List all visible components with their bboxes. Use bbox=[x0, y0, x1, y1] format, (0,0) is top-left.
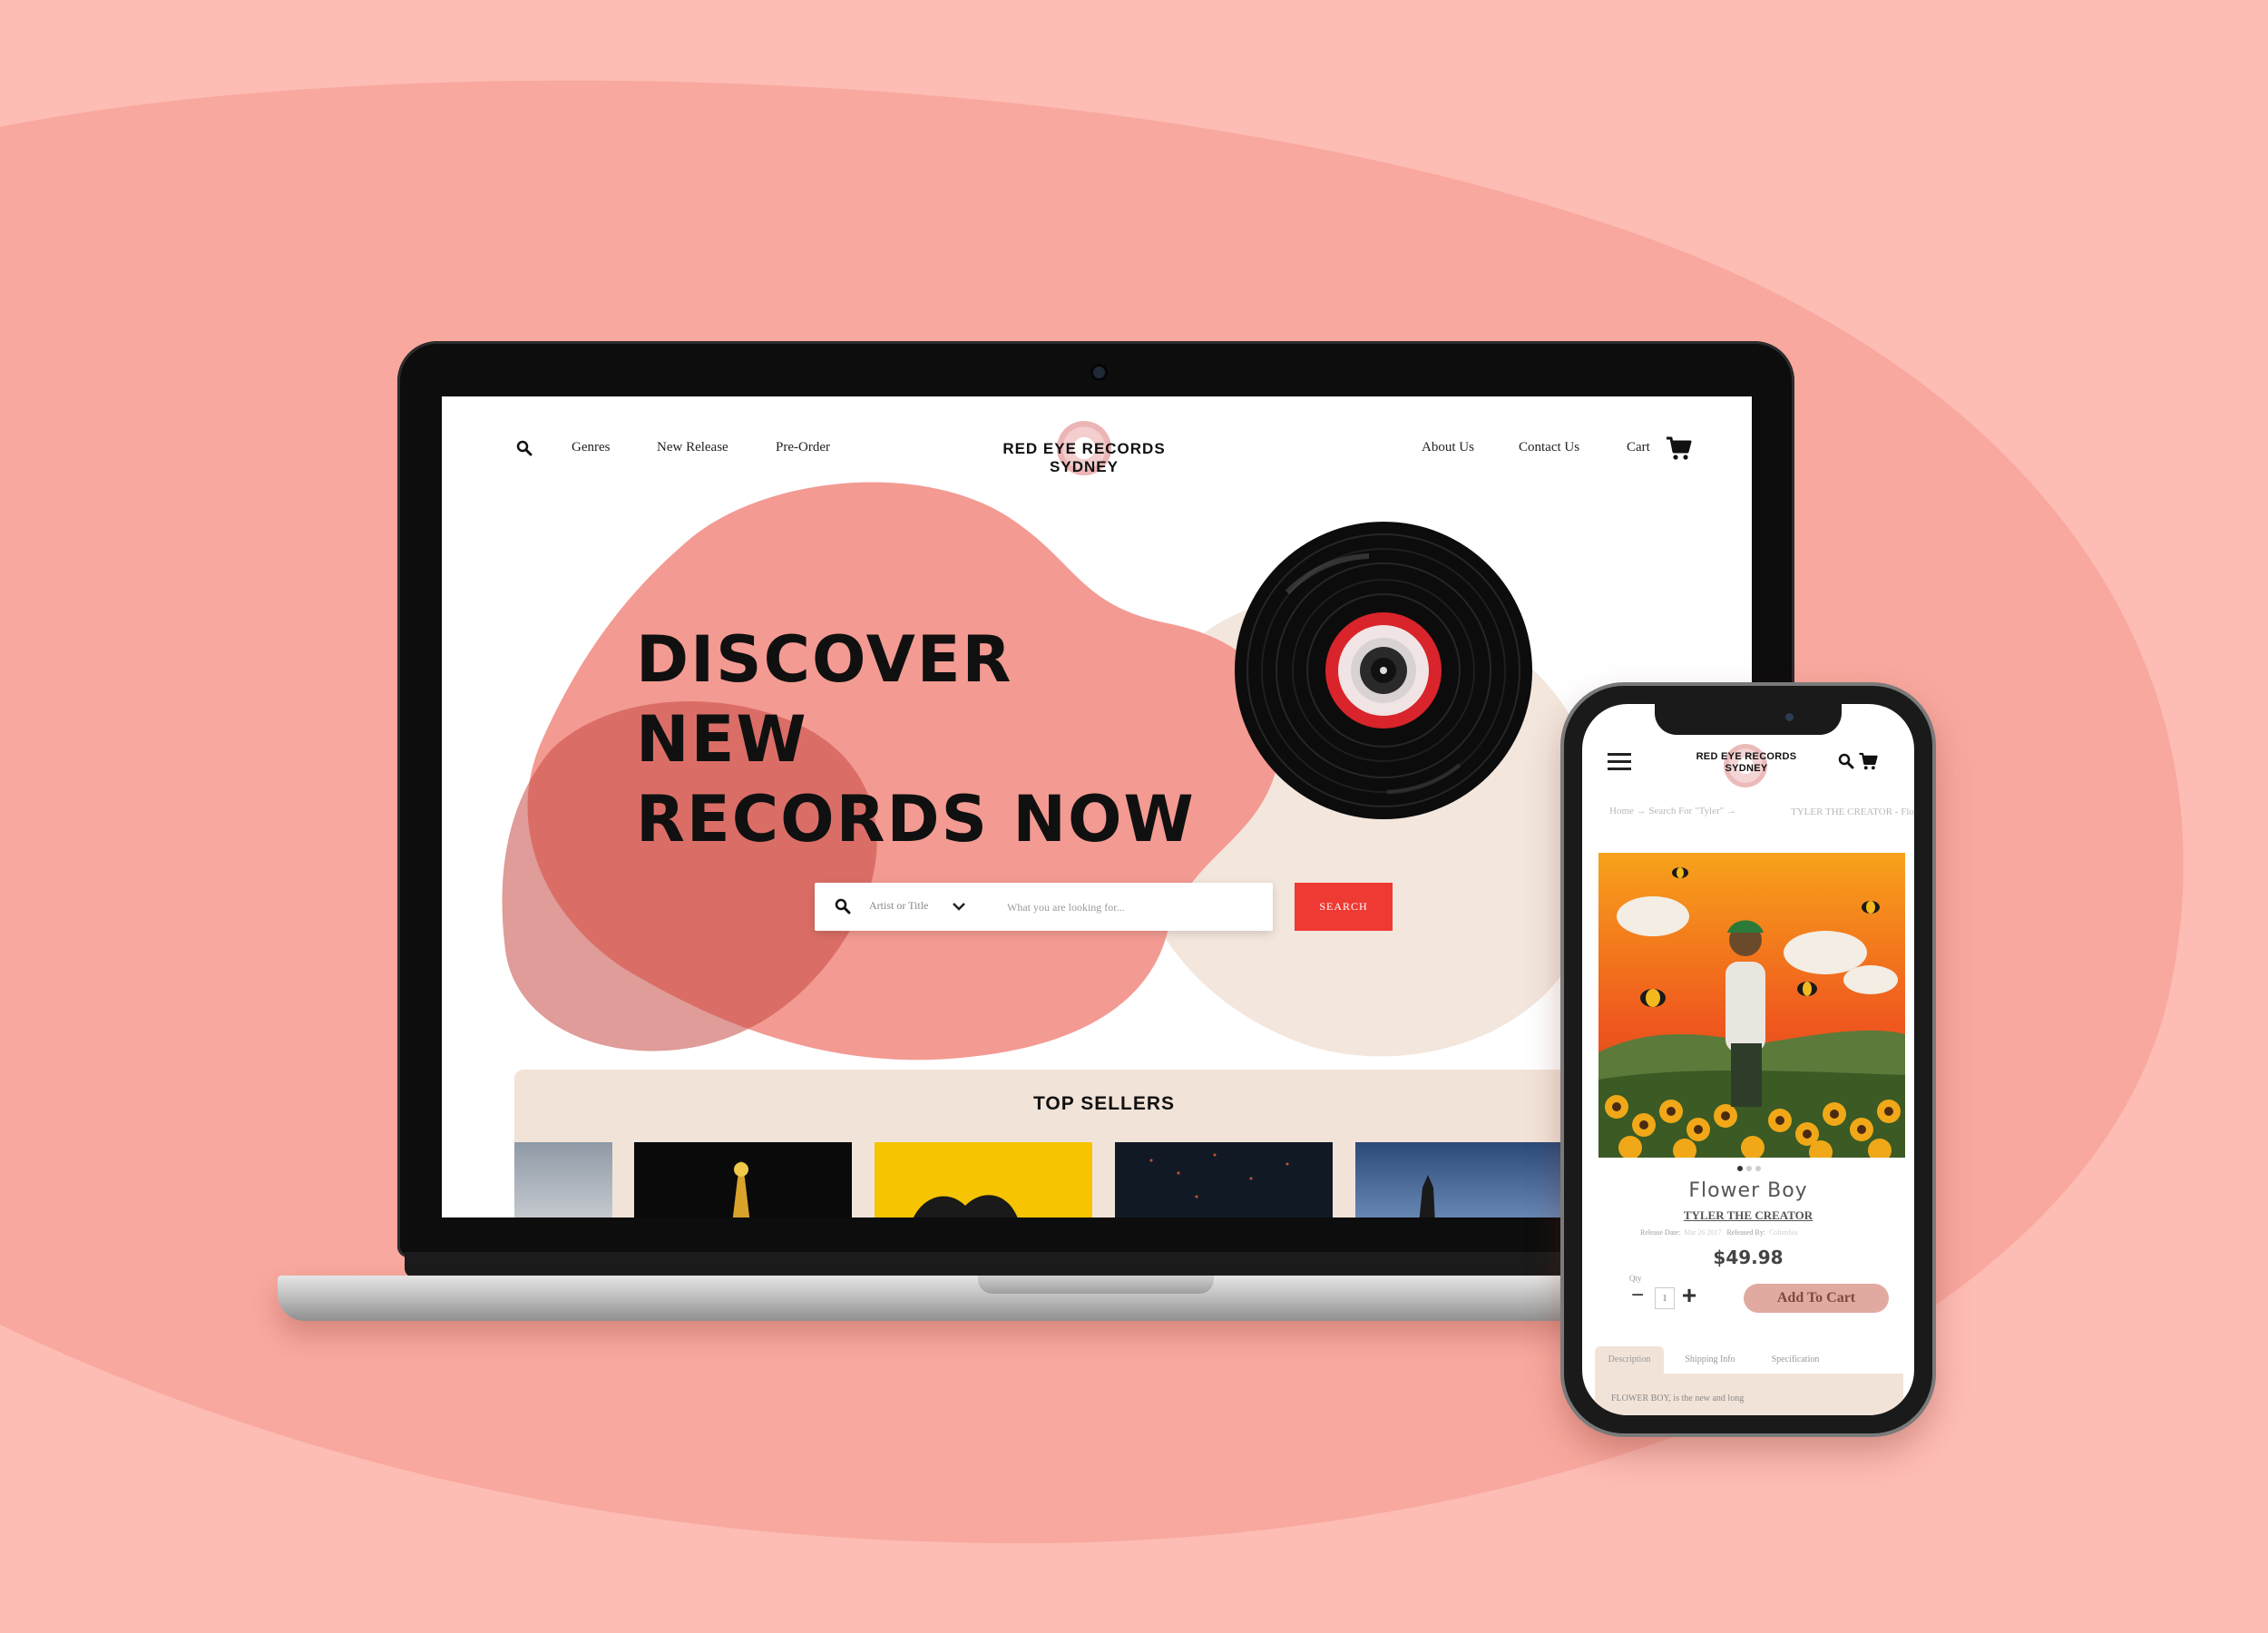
search-icon[interactable] bbox=[516, 440, 533, 456]
top-seller-cover[interactable] bbox=[1115, 1142, 1333, 1217]
vinyl-record-image bbox=[1235, 522, 1532, 819]
breadcrumb-home[interactable]: Home bbox=[1609, 806, 1634, 816]
search-bar: Artist or Title bbox=[815, 883, 1273, 931]
released-by-value: Columbia bbox=[1768, 1228, 1798, 1237]
nav-link-new-release[interactable]: New Release bbox=[657, 440, 728, 455]
qty-label: Qty bbox=[1629, 1274, 1642, 1283]
site-logo[interactable]: RED EYE RECORDS SYDNEY bbox=[975, 440, 1193, 476]
nav-link-genres[interactable]: Genres bbox=[572, 440, 610, 455]
breadcrumb-current: TYLER THE CREATOR - Flower Boy bbox=[1791, 807, 1914, 817]
hero-line-3: RECORDS NOW bbox=[636, 782, 1196, 856]
mobile-screen: RED EYE RECORDS SYDNEY Home → Search For… bbox=[1582, 704, 1914, 1415]
release-date-value: Mar 26 2017 bbox=[1684, 1228, 1722, 1237]
product-meta: Release Date: Mar 26 2017 Released By: Col… bbox=[1640, 1228, 1876, 1237]
qty-decrease-button[interactable]: − bbox=[1628, 1285, 1647, 1306]
breadcrumb-separator: → bbox=[1725, 806, 1736, 816]
released-by-label: Released By: bbox=[1726, 1228, 1765, 1237]
top-seller-cover[interactable] bbox=[875, 1142, 1092, 1217]
hamburger-menu-icon[interactable] bbox=[1608, 751, 1631, 771]
top-seller-artwork bbox=[732, 1160, 750, 1217]
phone-camera bbox=[1785, 713, 1794, 721]
add-to-cart-button[interactable]: Add To Cart bbox=[1744, 1284, 1889, 1313]
qty-input[interactable]: 1 bbox=[1655, 1287, 1675, 1309]
product-tabs: Description Shipping Info Specification bbox=[1595, 1346, 1903, 1374]
hero-line-2: NEW bbox=[636, 702, 808, 777]
search-icon bbox=[835, 898, 851, 914]
laptop-camera bbox=[1093, 367, 1105, 378]
search-filter-select[interactable]: Artist or Title bbox=[869, 899, 928, 913]
album-cover-image bbox=[1598, 853, 1905, 1158]
product-description: FLOWER BOY, is the new and long bbox=[1611, 1393, 1745, 1403]
top-seller-artwork bbox=[1419, 1175, 1435, 1217]
search-button[interactable]: SEARCH bbox=[1295, 883, 1393, 931]
top-nav: Genres New Release Pre-Order RED EYE REC… bbox=[442, 396, 1752, 505]
top-seller-cover[interactable] bbox=[634, 1142, 852, 1217]
product-price: $49.98 bbox=[1713, 1247, 1784, 1268]
top-seller-cover[interactable] bbox=[514, 1142, 612, 1217]
top-seller-cover[interactable] bbox=[1355, 1142, 1573, 1217]
breadcrumb-separator: → bbox=[1636, 806, 1647, 816]
breadcrumb: Home → Search For "Tyler" → TYLER THE CR… bbox=[1609, 806, 1914, 817]
search-input[interactable] bbox=[1005, 892, 1263, 923]
nav-link-cart[interactable]: Cart bbox=[1627, 440, 1650, 455]
product-title: Flower Boy bbox=[1688, 1179, 1808, 1202]
top-sellers-title: TOP SELLERS bbox=[1032, 1093, 1176, 1114]
nav-link-about-us[interactable]: About Us bbox=[1422, 440, 1474, 455]
cart-icon[interactable] bbox=[1858, 751, 1878, 771]
tab-description[interactable]: Description bbox=[1595, 1346, 1664, 1374]
product-artist-link[interactable]: TYLER THE CREATOR bbox=[1582, 1208, 1914, 1223]
desktop-screen: Genres New Release Pre-Order RED EYE REC… bbox=[442, 396, 1752, 1217]
hero-headline: DISCOVER NEW RECORDS NOW bbox=[636, 620, 1217, 859]
top-seller-artwork bbox=[1149, 1153, 1289, 1198]
breadcrumb-search[interactable]: Search For "Tyler" bbox=[1648, 806, 1724, 816]
release-date-label: Release Date: bbox=[1640, 1228, 1681, 1237]
tab-shipping-info[interactable]: Shipping Info bbox=[1669, 1346, 1751, 1374]
carousel-dots[interactable] bbox=[1735, 1165, 1771, 1172]
mobile-site-logo[interactable]: RED EYE RECORDS SYDNEY bbox=[1689, 751, 1804, 775]
qty-increase-button[interactable]: + bbox=[1678, 1283, 1700, 1308]
nav-link-contact-us[interactable]: Contact Us bbox=[1519, 440, 1579, 455]
cart-icon[interactable] bbox=[1665, 435, 1692, 462]
top-seller-artwork bbox=[913, 1195, 1018, 1217]
search-icon[interactable] bbox=[1838, 753, 1854, 769]
top-sellers-section: TOP SELLERS bbox=[514, 1070, 1685, 1217]
phone-notch bbox=[1655, 704, 1842, 735]
hero-line-1: DISCOVER bbox=[636, 622, 1013, 697]
laptop-notch bbox=[978, 1276, 1214, 1294]
nav-link-pre-order[interactable]: Pre-Order bbox=[776, 440, 830, 455]
tab-specification[interactable]: Specification bbox=[1755, 1346, 1836, 1374]
chevron-down-icon[interactable] bbox=[951, 898, 967, 914]
